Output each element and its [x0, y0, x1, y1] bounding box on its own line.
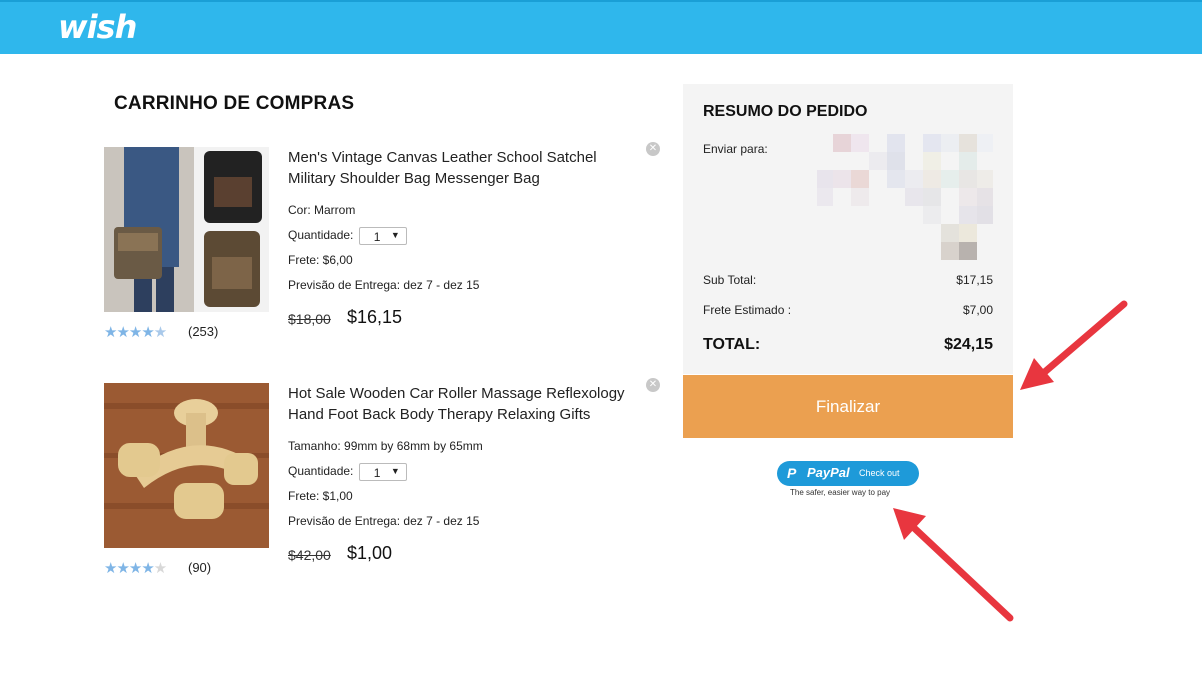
redacted-address: [817, 134, 993, 260]
cart-title: CARRINHO DE COMPRAS: [114, 93, 355, 114]
shipping-row: Frete Estimado : $7,00: [703, 303, 993, 317]
shipping-label: Frete Estimado :: [703, 303, 792, 317]
quantity-row: Quantidade: 1 ▼: [288, 463, 407, 481]
ship-to-label: Enviar para:: [703, 142, 768, 156]
subtotal-label: Sub Total:: [703, 273, 757, 287]
cart-item: ★★★★★ (90) Hot Sale Wooden Car Roller Ma…: [104, 378, 664, 593]
quantity-select[interactable]: 1 ▼: [358, 463, 407, 481]
shipping-value: $7,00: [962, 303, 993, 317]
quantity-value: 1: [373, 466, 381, 480]
wish-logo[interactable]: wish: [58, 8, 137, 46]
quantity-label: Quantidade:: [288, 228, 354, 243]
paypal-icon: P: [787, 465, 797, 481]
product-image-bag[interactable]: [104, 147, 269, 312]
chevron-down-icon: ▼: [390, 230, 400, 240]
product-option: Tamanho: 99mm by 68mm by 65mm: [288, 439, 483, 453]
shipping-cost: Frete: $1,00: [288, 489, 353, 503]
rating-stars: ★★★★★: [104, 560, 167, 577]
chevron-down-icon: ▼: [390, 466, 400, 476]
paypal-brand: PayPal: [807, 465, 850, 480]
top-bar: wish: [0, 0, 1202, 54]
paypal-checkout-button[interactable]: P PayPal Check out: [777, 461, 919, 486]
close-circle-icon[interactable]: ✕: [646, 142, 660, 156]
product-name[interactable]: Men's Vintage Canvas Leather School Satc…: [288, 147, 628, 189]
quantity-label: Quantidade:: [288, 464, 354, 479]
paypal-tagline: The safer, easier way to pay: [790, 488, 891, 497]
product-name[interactable]: Hot Sale Wooden Car Roller Massage Refle…: [288, 383, 628, 425]
cart-item: ★★★★★ (253) Men's Vintage Canvas Leather…: [104, 142, 664, 357]
red-arrow-annotation: [893, 508, 1014, 622]
order-summary: RESUMO DO PEDIDO Enviar para: Sub Total:…: [683, 84, 1013, 374]
current-price: $16,15: [347, 307, 403, 327]
paypal-action: Check out: [859, 468, 900, 478]
subtotal-row: Sub Total: $17,15: [703, 273, 993, 287]
total-value: $24,15: [944, 336, 993, 353]
shipping-cost: Frete: $6,00: [288, 253, 353, 267]
delivery-estimate: Previsão de Entrega: dez 7 - dez 15: [288, 514, 480, 528]
old-price: $18,00: [288, 311, 331, 327]
product-image-roller[interactable]: [104, 383, 269, 548]
close-circle-icon[interactable]: ✕: [646, 378, 660, 392]
total-row: TOTAL: $24,15: [703, 336, 993, 354]
rating-stars: ★★★★★: [104, 324, 167, 341]
summary-title: RESUMO DO PEDIDO: [703, 103, 868, 120]
quantity-row: Quantidade: 1 ▼: [288, 227, 407, 245]
quantity-value: 1: [373, 230, 381, 244]
product-option: Cor: Marrom: [288, 203, 356, 217]
quantity-select[interactable]: 1 ▼: [358, 227, 407, 245]
review-count[interactable]: (90): [188, 560, 211, 575]
checkout-button[interactable]: Finalizar: [683, 375, 1013, 438]
total-label: TOTAL:: [703, 336, 761, 353]
subtotal-value: $17,15: [956, 273, 993, 287]
old-price: $42,00: [288, 547, 331, 563]
review-count[interactable]: (253): [188, 324, 218, 339]
red-arrow-annotation: [1020, 300, 1128, 390]
delivery-estimate: Previsão de Entrega: dez 7 - dez 15: [288, 278, 480, 292]
current-price: $1,00: [347, 543, 393, 563]
